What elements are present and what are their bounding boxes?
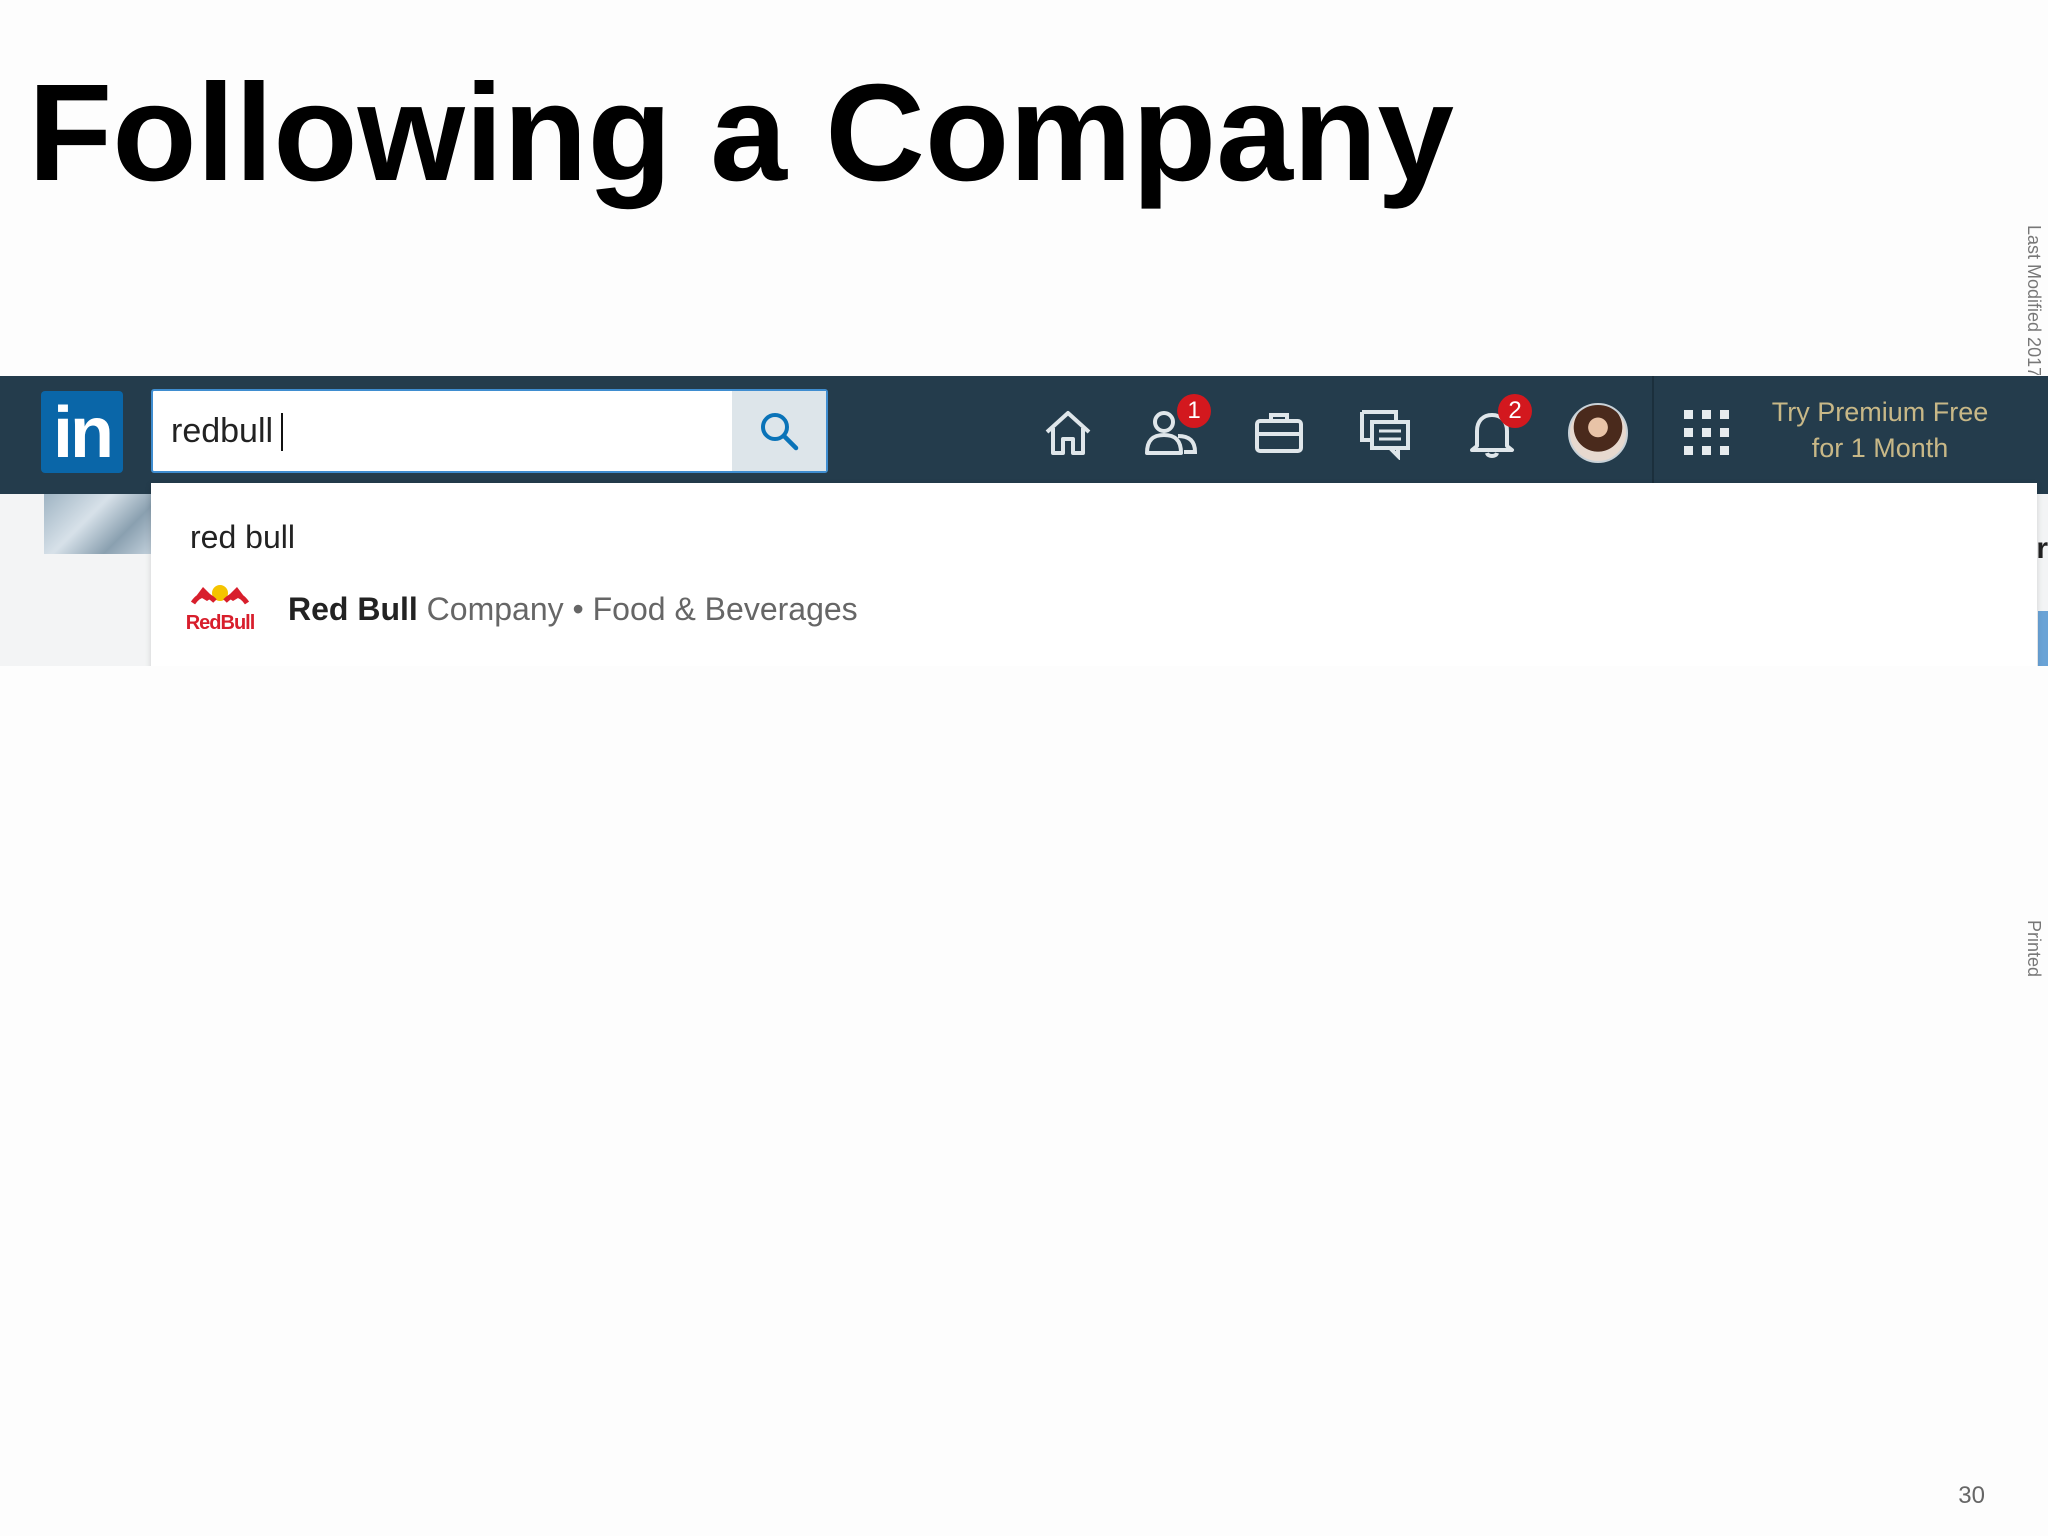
search-input[interactable] — [153, 391, 733, 471]
background-partial-text: r — [2036, 532, 2048, 565]
premium-line-2: for 1 Month — [1811, 433, 1949, 463]
try-premium-link[interactable]: Try Premium Free for 1 Month — [1740, 394, 2020, 466]
search-suggestions-dropdown: red bull RedBull Red Bull Company • Food… — [151, 483, 2037, 666]
page-number: 30 — [1958, 1482, 1985, 1509]
background-blue-panel — [2038, 611, 2048, 666]
work-apps-grid-icon[interactable] — [1684, 410, 1730, 456]
top-navbar: in 1 — [0, 376, 2048, 494]
slide: Following a Company Last Modified 2017- … — [0, 0, 2048, 1536]
nav-divider — [1652, 376, 1654, 494]
red-bull-logo: RedBull — [186, 585, 256, 634]
company-name: Red Bull — [288, 591, 418, 627]
company-suggestion-text: Red Bull Company • Food & Beverages — [288, 591, 858, 628]
search-suggestion[interactable]: red bull — [190, 519, 295, 556]
company-type: Company — [426, 591, 564, 627]
search-icon — [761, 413, 799, 451]
linkedin-logo[interactable]: in — [41, 391, 123, 473]
text-caret — [281, 413, 283, 451]
slide-title: Following a Company — [28, 56, 1455, 210]
search-button[interactable] — [732, 391, 826, 471]
jobs-briefcase-icon[interactable] — [1252, 406, 1306, 460]
company-separator: • — [572, 591, 584, 627]
company-suggestion-row[interactable]: RedBull Red Bull Company • Food & Bevera… — [151, 563, 2037, 663]
notifications-badge: 2 — [1498, 394, 1532, 428]
company-industry: Food & Beverages — [592, 591, 858, 627]
search-box — [151, 389, 828, 473]
premium-line-1: Try Premium Free — [1771, 397, 1989, 427]
last-modified-note: Last Modified 2017- — [2024, 225, 2044, 375]
profile-avatar[interactable] — [1568, 403, 1628, 463]
red-bull-logo-text: RedBull — [186, 612, 255, 634]
network-badge: 1 — [1177, 394, 1211, 428]
messaging-icon[interactable] — [1358, 406, 1412, 460]
home-icon[interactable] — [1041, 406, 1095, 460]
printed-note: Printed — [2024, 920, 2044, 978]
linkedin-screenshot: r in redbull 1 2 Try Premium Free for 1 … — [0, 376, 2048, 666]
background-thumbnail — [44, 494, 154, 554]
